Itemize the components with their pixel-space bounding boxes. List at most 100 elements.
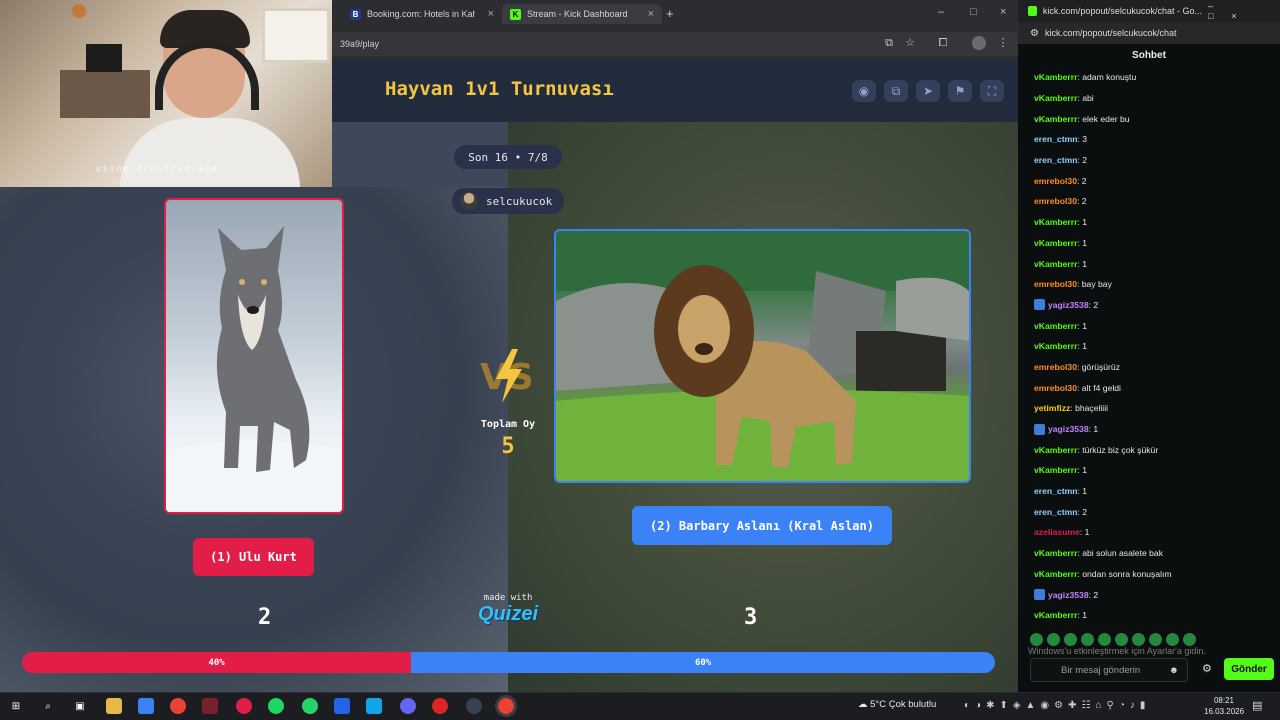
chat-username[interactable]: emrebol30 xyxy=(1034,362,1077,372)
chat-username[interactable]: eren_ctmn xyxy=(1034,134,1077,144)
emote-icon[interactable] xyxy=(1081,633,1094,646)
chat-username[interactable]: vKamberrr xyxy=(1034,238,1077,248)
notification-icon[interactable]: ▤ xyxy=(1252,699,1262,712)
clock[interactable]: 08:21 16.03.2026 xyxy=(1204,695,1244,717)
emote-icon[interactable] xyxy=(1047,633,1060,646)
browser-menu-icon[interactable]: ⋮ xyxy=(996,36,1010,50)
chrome-icon[interactable] xyxy=(170,698,186,714)
booking-favicon-icon: B xyxy=(350,8,361,20)
app-icon[interactable] xyxy=(334,698,350,714)
emote-icon[interactable] xyxy=(1149,633,1162,646)
browser-tab-booking[interactable]: B Booking.com: Hotels in Kahire. × xyxy=(342,4,502,24)
chat-username[interactable]: azeliasume xyxy=(1034,527,1080,537)
send-button[interactable]: Gönder xyxy=(1224,658,1274,680)
chat-username[interactable]: yagiz3538 xyxy=(1048,590,1089,600)
windows-start-icon[interactable]: ⊞ xyxy=(8,698,24,714)
chat-username[interactable]: emrebol30 xyxy=(1034,176,1077,186)
emote-icon[interactable] xyxy=(1030,633,1043,646)
url-text[interactable]: 39a9/play xyxy=(340,39,379,49)
chat-username[interactable]: vKamberrr xyxy=(1034,445,1077,455)
emote-icon[interactable] xyxy=(1183,633,1196,646)
app-icon[interactable] xyxy=(366,698,382,714)
chat-message-list[interactable]: vKamberrr: adam konuştu vKamberrr: abi vKa… xyxy=(1034,67,1264,627)
chat-username[interactable]: eren_ctmn xyxy=(1034,507,1077,517)
chat-message: vKamberrr: abi solun asalete bak xyxy=(1034,543,1264,564)
emote-icon[interactable] xyxy=(1166,633,1179,646)
chat-username[interactable]: vKamberrr xyxy=(1034,465,1077,475)
vote-button-wolf[interactable]: (1) Ulu Kurt xyxy=(193,538,314,576)
window-controls-icon[interactable]: –□× xyxy=(1208,1,1270,21)
chat-url[interactable]: kick.com/popout/selcukucok/chat xyxy=(1045,28,1177,38)
minimize-icon[interactable]: – xyxy=(938,6,944,18)
emote-icon[interactable] xyxy=(1064,633,1077,646)
fullscreen-icon[interactable]: ⛶ xyxy=(980,80,1004,102)
browser-tab-kick-dashboard[interactable]: K Stream - Kick Dashboard × xyxy=(502,4,662,24)
chat-message: vKamberrr: 1 xyxy=(1034,336,1264,357)
task-view-icon[interactable]: ▣ xyxy=(72,698,88,714)
window-background xyxy=(262,8,330,63)
option-card-wolf[interactable] xyxy=(164,198,344,514)
emote-icon[interactable] xyxy=(1115,633,1128,646)
bookmark-star-icon[interactable]: ☆ xyxy=(903,36,917,50)
chat-message: vKamberrr: 1 xyxy=(1034,460,1264,481)
search-icon[interactable]: ⌕ xyxy=(40,698,56,714)
chat-username[interactable]: vKamberrr xyxy=(1034,93,1077,103)
chat-username[interactable]: vKamberrr xyxy=(1034,259,1077,269)
chat-username[interactable]: vKamberrr xyxy=(1034,569,1077,579)
option-card-lion[interactable] xyxy=(554,229,971,483)
chat-message-input[interactable]: Bir mesaj gönderin ☻ xyxy=(1030,658,1188,682)
vote-button-lion[interactable]: (2) Barbary Aslanı (Kral Aslan) xyxy=(632,506,892,545)
chrome-active-icon[interactable] xyxy=(495,695,517,717)
chat-username[interactable]: vKamberrr xyxy=(1034,217,1077,227)
emoji-icon[interactable]: ☻ xyxy=(1169,665,1179,676)
app-icon[interactable] xyxy=(400,698,416,714)
weather-widget[interactable]: ☁ 5°C Çok bulutlu xyxy=(858,699,936,710)
new-tab-icon[interactable]: + xyxy=(666,6,674,21)
emote-icon[interactable] xyxy=(1098,633,1111,646)
quizei-logo[interactable]: Quizei xyxy=(470,603,546,626)
chat-username[interactable]: yagiz3538 xyxy=(1048,424,1089,434)
site-info-icon[interactable]: ⚙ xyxy=(1030,28,1039,39)
app-icon[interactable] xyxy=(432,698,448,714)
chat-username[interactable]: emrebol30 xyxy=(1034,279,1077,289)
copy-link-icon[interactable]: ⧉ xyxy=(884,80,908,102)
whatsapp-icon[interactable] xyxy=(302,698,318,714)
chat-address-bar[interactable]: ⚙ kick.com/popout/selcukucok/chat xyxy=(1018,22,1280,44)
chat-text: : bhaçeliiii xyxy=(1070,403,1109,414)
store-icon[interactable] xyxy=(138,698,154,714)
obs-icon[interactable] xyxy=(466,698,482,714)
app-icon[interactable] xyxy=(202,698,218,714)
chat-username[interactable]: vKamberrr xyxy=(1034,321,1077,331)
chat-message: emrebol30: 2 xyxy=(1034,170,1264,191)
chat-username[interactable]: vKamberrr xyxy=(1034,72,1077,82)
extensions-icon[interactable]: ⧠ xyxy=(936,36,950,50)
flag-icon[interactable]: ⚑ xyxy=(948,80,972,102)
chat-username[interactable]: yetimfizz xyxy=(1034,403,1070,413)
chat-username[interactable]: vKamberrr xyxy=(1034,341,1077,351)
translate-icon[interactable]: ⧉ xyxy=(882,36,896,50)
emote-bar[interactable] xyxy=(1030,633,1220,647)
app-icon[interactable] xyxy=(236,698,252,714)
chat-username[interactable]: eren_ctmn xyxy=(1034,486,1077,496)
chat-username[interactable]: vKamberrr xyxy=(1034,114,1077,124)
close-tab-icon[interactable]: × xyxy=(488,8,494,20)
chat-message: vKamberrr: adam konuştu xyxy=(1034,67,1264,88)
spotify-icon[interactable] xyxy=(268,698,284,714)
chat-settings-gear-icon[interactable]: ⚙ xyxy=(1202,662,1212,675)
system-tray-icons[interactable]: ◐◑✱⬆◈▲◉⚙✚☷⌂⚲◔♪▮ xyxy=(964,700,1150,711)
chat-username[interactable]: eren_ctmn xyxy=(1034,155,1077,165)
maximize-icon[interactable]: □ xyxy=(970,6,977,18)
profile-avatar-icon[interactable] xyxy=(972,36,986,50)
chat-username[interactable]: vKamberrr xyxy=(1034,610,1077,620)
chat-username[interactable]: emrebol30 xyxy=(1034,383,1077,393)
emote-icon[interactable] xyxy=(1132,633,1145,646)
close-window-icon[interactable]: × xyxy=(1000,6,1006,18)
share-icon[interactable]: ➤ xyxy=(916,80,940,102)
eye-icon[interactable]: ◉ xyxy=(852,80,876,102)
chat-username[interactable]: yagiz3538 xyxy=(1048,300,1089,310)
chat-input-placeholder: Bir mesaj gönderin xyxy=(1061,664,1141,676)
close-tab-icon[interactable]: × xyxy=(648,8,654,20)
chat-username[interactable]: emrebol30 xyxy=(1034,196,1077,206)
chat-username[interactable]: vKamberrr xyxy=(1034,548,1077,558)
file-explorer-icon[interactable] xyxy=(106,698,122,714)
